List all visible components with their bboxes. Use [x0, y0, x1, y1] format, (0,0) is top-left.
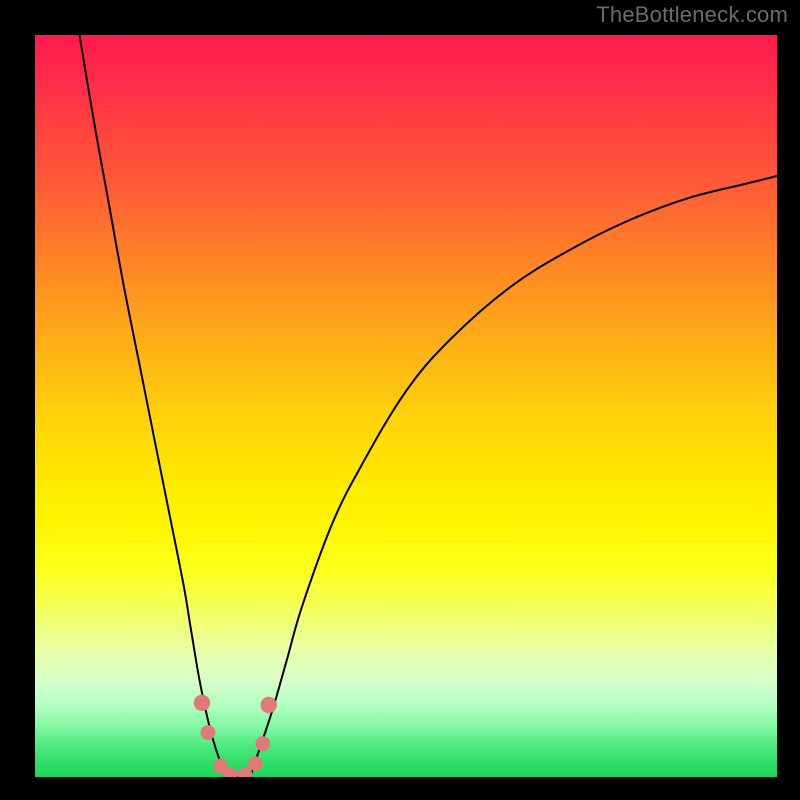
data-marker — [194, 695, 210, 711]
left-curve-path — [80, 35, 228, 777]
outer-frame: TheBottleneck.com — [0, 0, 800, 800]
data-marker — [255, 736, 270, 751]
watermark-text: TheBottleneck.com — [596, 2, 788, 28]
chart-svg — [35, 35, 777, 777]
data-marker — [248, 756, 263, 771]
right-curve-path — [250, 176, 777, 777]
plot-area — [35, 35, 777, 777]
data-marker — [201, 725, 216, 740]
data-marker — [261, 697, 277, 713]
